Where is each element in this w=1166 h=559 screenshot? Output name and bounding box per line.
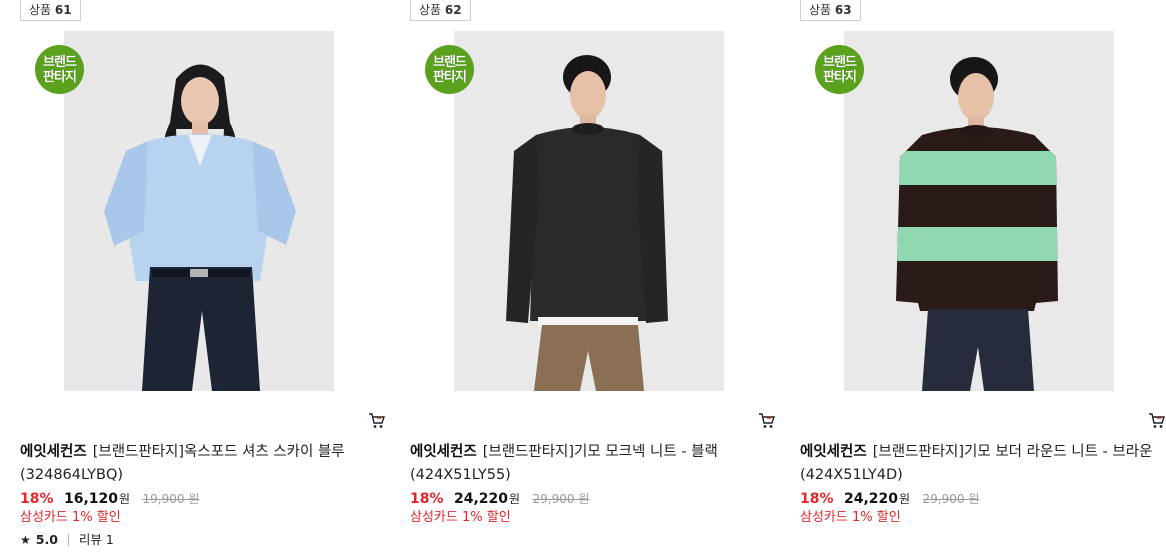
discount-rate: 18% [20, 491, 54, 507]
original-price: 29,900 원 [922, 492, 980, 506]
rating-score: 5.0 [35, 532, 58, 547]
card-discount: 삼성카드 1% 할인 [800, 510, 901, 525]
brand-name: 에잇세컨즈 [410, 444, 477, 460]
product-card[interactable]: 상품 61 브랜드 판타지 에잇세컨즈 [브랜드판타지]옥스포드 셔츠 스카이 … [20, 0, 390, 559]
cart-icon[interactable] [758, 412, 776, 430]
product-number-tag: 상품 61 [20, 0, 81, 21]
card-discount: 삼성카드 1% 할인 [20, 510, 121, 525]
original-price: 29,900 원 [532, 492, 590, 506]
brand-fantasy-badge: 브랜드 판타지 [815, 45, 864, 94]
sale-price: 16,120 [63, 491, 118, 507]
divider [67, 534, 69, 546]
star-icon: ★ [20, 533, 31, 547]
review-count: 리뷰 1 [78, 532, 114, 547]
product-photo-striped-knit-model [844, 31, 1114, 391]
brand-name: 에잇세컨즈 [20, 444, 87, 460]
cart-icon[interactable] [1148, 412, 1166, 430]
price-row: 18% 24,220원 29,900 원 [800, 489, 979, 509]
product-photo-black-knit-model [454, 31, 724, 391]
discount-rate: 18% [410, 491, 444, 507]
price-row: 18% 16,120원 19,900 원 [20, 489, 199, 509]
price-row: 18% 24,220원 29,900 원 [410, 489, 589, 509]
product-number-tag: 상품 62 [410, 0, 471, 21]
product-title[interactable]: 에잇세컨즈 [브랜드판타지]기모 보더 라운드 니트 - 브라운 (424X51L… [800, 441, 1156, 487]
price-unit: 원 [509, 492, 521, 506]
sale-price: 24,220 [843, 491, 898, 507]
cart-icon[interactable] [368, 412, 386, 430]
price-unit: 원 [899, 492, 911, 506]
product-image[interactable] [64, 31, 334, 391]
product-card[interactable]: 상품 62 브랜드 판타지 에잇세컨즈 [브랜드판타지]기모 모크넥 니트 - … [410, 0, 780, 559]
card-discount: 삼성카드 1% 할인 [410, 510, 511, 525]
price-unit: 원 [119, 492, 131, 506]
product-card[interactable]: 상품 63 브랜드 판타지 에잇세컨즈 [브랜드판타지]기모 보더 라운드 니트… [800, 0, 1166, 559]
product-image[interactable] [844, 31, 1114, 391]
brand-fantasy-badge: 브랜드 판타지 [35, 45, 84, 94]
product-number-tag: 상품 63 [800, 0, 861, 21]
brand-fantasy-badge: 브랜드 판타지 [425, 45, 474, 94]
sale-price: 24,220 [453, 491, 508, 507]
product-title[interactable]: 에잇세컨즈 [브랜드판타지]옥스포드 셔츠 스카이 블루 (324864LYBQ) [20, 441, 376, 487]
brand-name: 에잇세컨즈 [800, 444, 867, 460]
product-title[interactable]: 에잇세컨즈 [브랜드판타지]기모 모크넥 니트 - 블랙 (424X51LY55) [410, 441, 766, 487]
discount-rate: 18% [800, 491, 834, 507]
review-row: ★ 5.0 리뷰 1 [20, 530, 114, 550]
product-image[interactable] [454, 31, 724, 391]
original-price: 19,900 원 [142, 492, 200, 506]
product-photo-shirt-model [64, 31, 334, 391]
